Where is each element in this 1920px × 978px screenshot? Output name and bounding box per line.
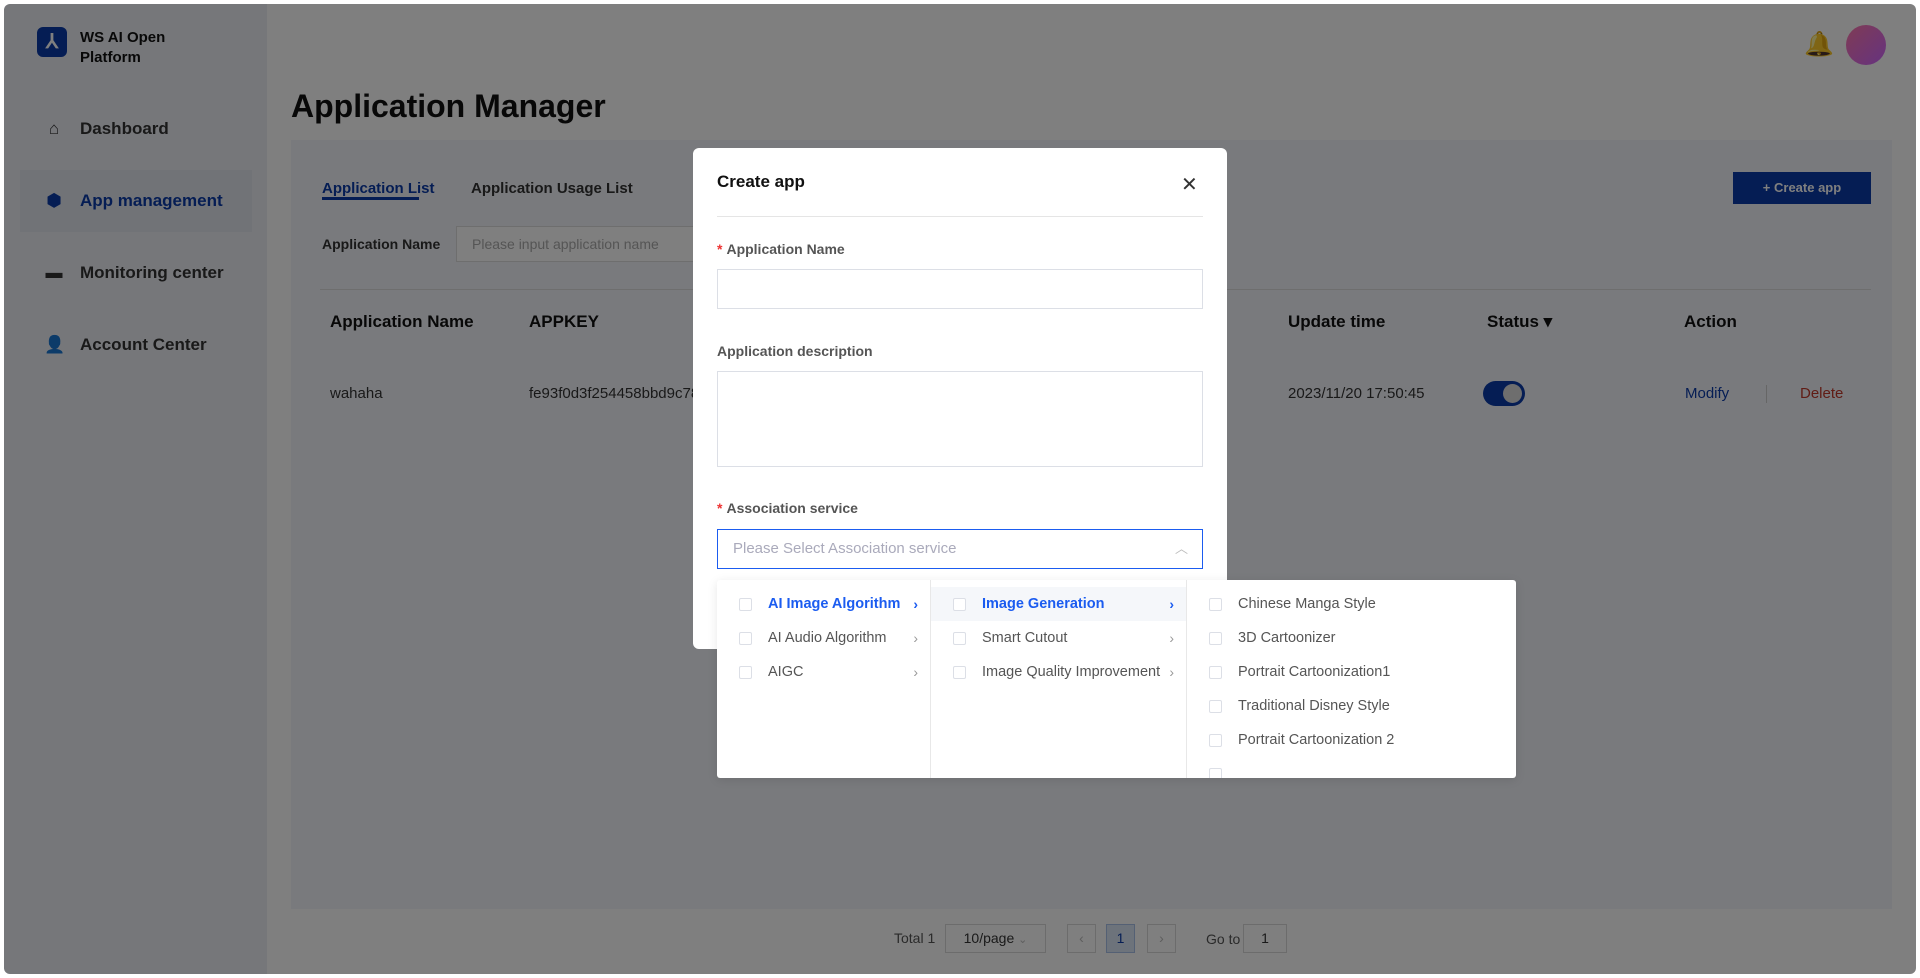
checkbox[interactable] bbox=[953, 631, 966, 645]
app-name-label: * Application Name bbox=[717, 241, 845, 257]
checkbox[interactable] bbox=[953, 665, 966, 679]
cascader-dropdown: AI Image Algorithm › AI Audio Algorithm › … bbox=[717, 580, 1516, 778]
cascader-option-partial[interactable] bbox=[1187, 757, 1516, 778]
checkbox[interactable] bbox=[1209, 665, 1222, 679]
cascader-option[interactable]: Smart Cutout › bbox=[931, 621, 1186, 655]
checkbox[interactable] bbox=[739, 631, 752, 645]
cascader-option[interactable]: AIGC › bbox=[717, 655, 930, 689]
association-service-select[interactable]: Please Select Association service ︿ bbox=[717, 529, 1203, 569]
cascader-column-2: Image Generation › Smart Cutout › Image Qu… bbox=[931, 580, 1187, 778]
chevron-right-icon: › bbox=[1169, 596, 1174, 612]
checkbox[interactable] bbox=[1209, 597, 1222, 611]
cascader-option[interactable]: AI Image Algorithm › bbox=[717, 587, 930, 621]
app-name-input[interactable] bbox=[717, 269, 1203, 309]
chevron-right-icon: › bbox=[1169, 630, 1174, 646]
chevron-right-icon: › bbox=[913, 596, 918, 612]
chevron-right-icon: › bbox=[913, 664, 918, 680]
modal-title: Create app bbox=[717, 172, 805, 191]
cascader-option[interactable]: Portrait Cartoonization 2 bbox=[1187, 723, 1516, 757]
checkbox[interactable] bbox=[1209, 733, 1222, 747]
cascader-column-1: AI Image Algorithm › AI Audio Algorithm › … bbox=[717, 580, 931, 778]
chevron-up-icon: ︿ bbox=[1174, 541, 1188, 556]
close-icon[interactable]: ✕ bbox=[1181, 172, 1198, 197]
checkbox[interactable] bbox=[739, 597, 752, 611]
app-description-textarea[interactable] bbox=[717, 371, 1203, 467]
select-placeholder: Please Select Association service bbox=[733, 540, 957, 557]
create-app-modal: Create app ✕ * Application Name Applicati… bbox=[693, 148, 1227, 649]
checkbox[interactable] bbox=[953, 597, 966, 611]
chevron-right-icon: › bbox=[913, 630, 918, 646]
cascader-option[interactable]: Traditional Disney Style bbox=[1187, 689, 1516, 723]
app-description-label: Application description bbox=[717, 343, 873, 359]
checkbox[interactable] bbox=[1209, 631, 1222, 645]
cascader-option[interactable]: Image Quality Improvement › bbox=[931, 655, 1186, 689]
cascader-column-3: Chinese Manga Style 3D Cartoonizer Portr… bbox=[1187, 580, 1516, 778]
checkbox[interactable] bbox=[739, 665, 752, 679]
checkbox[interactable] bbox=[1209, 699, 1222, 713]
checkbox[interactable] bbox=[1209, 767, 1222, 778]
cascader-option[interactable]: Portrait Cartoonization1 bbox=[1187, 655, 1516, 689]
cascader-option[interactable]: AI Audio Algorithm › bbox=[717, 621, 930, 655]
modal-divider bbox=[717, 216, 1203, 217]
cascader-option[interactable]: 3D Cartoonizer bbox=[1187, 621, 1516, 655]
chevron-right-icon: › bbox=[1169, 664, 1174, 680]
association-service-label: * Association service bbox=[717, 500, 858, 516]
cascader-option[interactable]: Chinese Manga Style bbox=[1187, 587, 1516, 621]
cascader-option[interactable]: Image Generation › bbox=[931, 587, 1186, 621]
